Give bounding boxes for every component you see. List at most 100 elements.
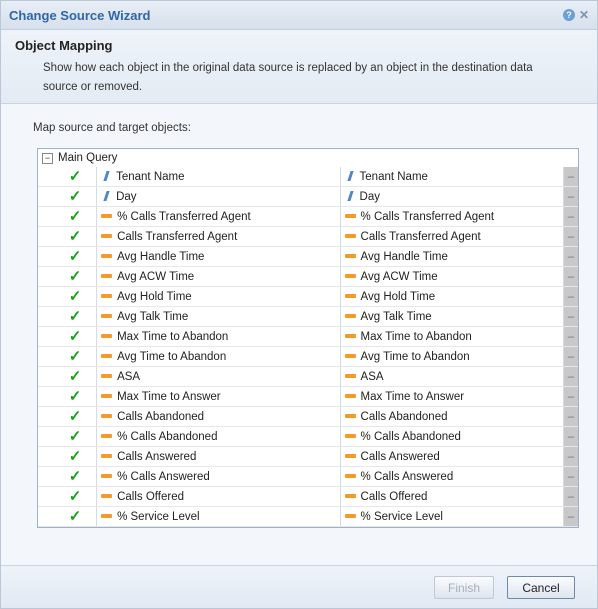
source-object-cell[interactable]: Avg ACW Time <box>96 266 341 287</box>
target-object-cell[interactable]: % Service Level <box>340 506 564 527</box>
target-object-cell[interactable]: Calls Answered <box>340 446 564 467</box>
table-row[interactable]: ✓ ASA ASA – <box>38 366 578 387</box>
table-row[interactable]: ✓ % Calls Transferred Agent % Calls Transf… <box>38 206 578 227</box>
table-row[interactable]: ✓ Calls Answered Calls Answered – <box>38 446 578 467</box>
row-action-button[interactable]: – <box>563 446 578 467</box>
table-row[interactable]: ✓ Day Day – <box>38 186 578 207</box>
table-row[interactable]: ✓Service SubtypeService Subtype– <box>38 526 578 527</box>
measure-icon <box>344 373 356 378</box>
table-row[interactable]: ✓ Max Time to Answer Max Time to Answer – <box>38 386 578 407</box>
checkmark-icon: ✓ <box>68 168 82 185</box>
table-row[interactable]: ✓ Avg Talk Time Avg Talk Time – <box>38 306 578 327</box>
source-object-cell[interactable]: % Calls Abandoned <box>96 426 341 447</box>
source-object-cell[interactable]: Avg Time to Abandon <box>96 346 341 367</box>
row-action-button[interactable]: – <box>563 406 578 427</box>
row-action-button[interactable]: – <box>563 186 578 207</box>
table-row[interactable]: ✓ Calls Transferred Agent Calls Transferre… <box>38 226 578 247</box>
row-action-button[interactable]: – <box>563 167 578 187</box>
source-object-cell[interactable]: Max Time to Answer <box>96 386 341 407</box>
mapped-status-cell: ✓ <box>54 346 98 367</box>
mapped-status-cell: ✓ <box>54 226 98 247</box>
source-object-cell[interactable]: Tenant Name <box>96 167 341 187</box>
target-object-cell[interactable]: Avg Handle Time <box>340 246 564 267</box>
table-row[interactable]: ✓ Avg Hold Time Avg Hold Time – <box>38 286 578 307</box>
target-object-cell[interactable]: ASA <box>340 366 564 387</box>
close-icon[interactable]: ✕ <box>579 8 589 22</box>
source-object-cell[interactable]: Day <box>96 186 341 207</box>
table-row[interactable]: ✓ Avg ACW Time Avg ACW Time – <box>38 266 578 287</box>
checkmark-icon: ✓ <box>68 488 82 505</box>
source-object-cell[interactable]: Avg Hold Time <box>96 286 341 307</box>
target-object-cell[interactable]: % Calls Answered <box>340 466 564 487</box>
target-object-cell[interactable]: Max Time to Abandon <box>340 326 564 347</box>
source-object-cell[interactable]: Calls Answered <box>96 446 341 467</box>
row-gutter <box>38 526 55 527</box>
target-object-cell[interactable]: Avg ACW Time <box>340 266 564 287</box>
table-row[interactable]: ✓ % Calls Answered % Calls Answered – <box>38 466 578 487</box>
row-action-button[interactable]: – <box>563 426 578 447</box>
mapping-grid[interactable]: − Main Query ✓ Tenant Name Tenant Name – ✓ Da… <box>37 148 579 528</box>
source-object-label: Calls Offered <box>117 490 184 503</box>
target-object-cell[interactable]: Avg Talk Time <box>340 306 564 327</box>
row-action-button[interactable]: – <box>563 206 578 227</box>
source-object-label: Calls Transferred Agent <box>117 230 238 243</box>
table-row[interactable]: ✓ Calls Offered Calls Offered – <box>38 486 578 507</box>
source-object-cell[interactable]: ASA <box>96 366 341 387</box>
finish-button[interactable]: Finish <box>434 576 494 599</box>
source-object-cell[interactable]: Calls Transferred Agent <box>96 226 341 247</box>
group-row-main-query[interactable]: − Main Query <box>38 149 578 167</box>
source-object-cell[interactable]: Service Subtype <box>96 526 341 527</box>
source-object-label: % Calls Transferred Agent <box>117 210 251 223</box>
target-object-cell[interactable]: Calls Offered <box>340 486 564 507</box>
checkmark-icon: ✓ <box>68 408 82 425</box>
row-action-button[interactable]: – <box>563 346 578 367</box>
row-action-button[interactable]: – <box>563 326 578 347</box>
row-action-button[interactable]: – <box>563 366 578 387</box>
source-object-cell[interactable]: Avg Handle Time <box>96 246 341 267</box>
target-object-cell[interactable]: Max Time to Answer <box>340 386 564 407</box>
target-object-cell[interactable]: Avg Hold Time <box>340 286 564 307</box>
source-object-label: Avg Hold Time <box>117 290 192 303</box>
table-row[interactable]: ✓ % Service Level % Service Level – <box>38 506 578 527</box>
row-action-button[interactable]: – <box>563 506 578 527</box>
cancel-button[interactable]: Cancel <box>507 576 575 599</box>
row-action-button[interactable]: – <box>563 266 578 287</box>
target-object-cell[interactable]: Tenant Name <box>340 167 564 187</box>
row-action-button[interactable]: – <box>563 246 578 267</box>
collapse-icon[interactable]: − <box>42 152 53 164</box>
row-action-button[interactable]: – <box>563 226 578 247</box>
source-object-cell[interactable]: % Calls Answered <box>96 466 341 487</box>
row-action-button[interactable]: – <box>563 526 578 527</box>
table-row[interactable]: ✓ Calls Abandoned Calls Abandoned – <box>38 406 578 427</box>
table-row[interactable]: ✓ Avg Handle Time Avg Handle Time – <box>38 246 578 267</box>
measure-icon <box>101 393 113 398</box>
checkmark-icon: ✓ <box>68 228 82 245</box>
row-gutter <box>38 306 55 327</box>
row-action-button[interactable]: – <box>563 466 578 487</box>
source-object-cell[interactable]: % Service Level <box>96 506 341 527</box>
table-row[interactable]: ✓ Max Time to Abandon Max Time to Abandon – <box>38 326 578 347</box>
row-action-button[interactable]: – <box>563 486 578 507</box>
target-object-cell[interactable]: Service Subtype <box>340 526 564 527</box>
target-object-cell[interactable]: % Calls Transferred Agent <box>340 206 564 227</box>
target-object-cell[interactable]: Day <box>340 186 564 207</box>
target-object-label: Tenant Name <box>359 170 428 183</box>
target-object-cell[interactable]: Calls Abandoned <box>340 406 564 427</box>
table-row[interactable]: ✓ Avg Time to Abandon Avg Time to Abandon – <box>38 346 578 367</box>
target-object-cell[interactable]: % Calls Abandoned <box>340 426 564 447</box>
target-object-cell[interactable]: Avg Time to Abandon <box>340 346 564 367</box>
target-object-cell[interactable]: Calls Transferred Agent <box>340 226 564 247</box>
table-row[interactable]: ✓ Tenant Name Tenant Name – <box>38 167 578 187</box>
source-object-cell[interactable]: Calls Abandoned <box>96 406 341 427</box>
help-icon[interactable]: ? <box>562 9 575 21</box>
table-row[interactable]: ✓ % Calls Abandoned % Calls Abandoned – <box>38 426 578 447</box>
source-object-cell[interactable]: % Calls Transferred Agent <box>96 206 341 227</box>
row-action-button[interactable]: – <box>563 306 578 327</box>
row-action-button[interactable]: – <box>563 386 578 407</box>
source-object-cell[interactable]: Avg Talk Time <box>96 306 341 327</box>
row-action-button[interactable]: – <box>563 286 578 307</box>
source-object-cell[interactable]: Calls Offered <box>96 486 341 507</box>
source-object-label: Max Time to Answer <box>117 390 221 403</box>
checkmark-icon: ✓ <box>68 348 82 365</box>
source-object-cell[interactable]: Max Time to Abandon <box>96 326 341 347</box>
